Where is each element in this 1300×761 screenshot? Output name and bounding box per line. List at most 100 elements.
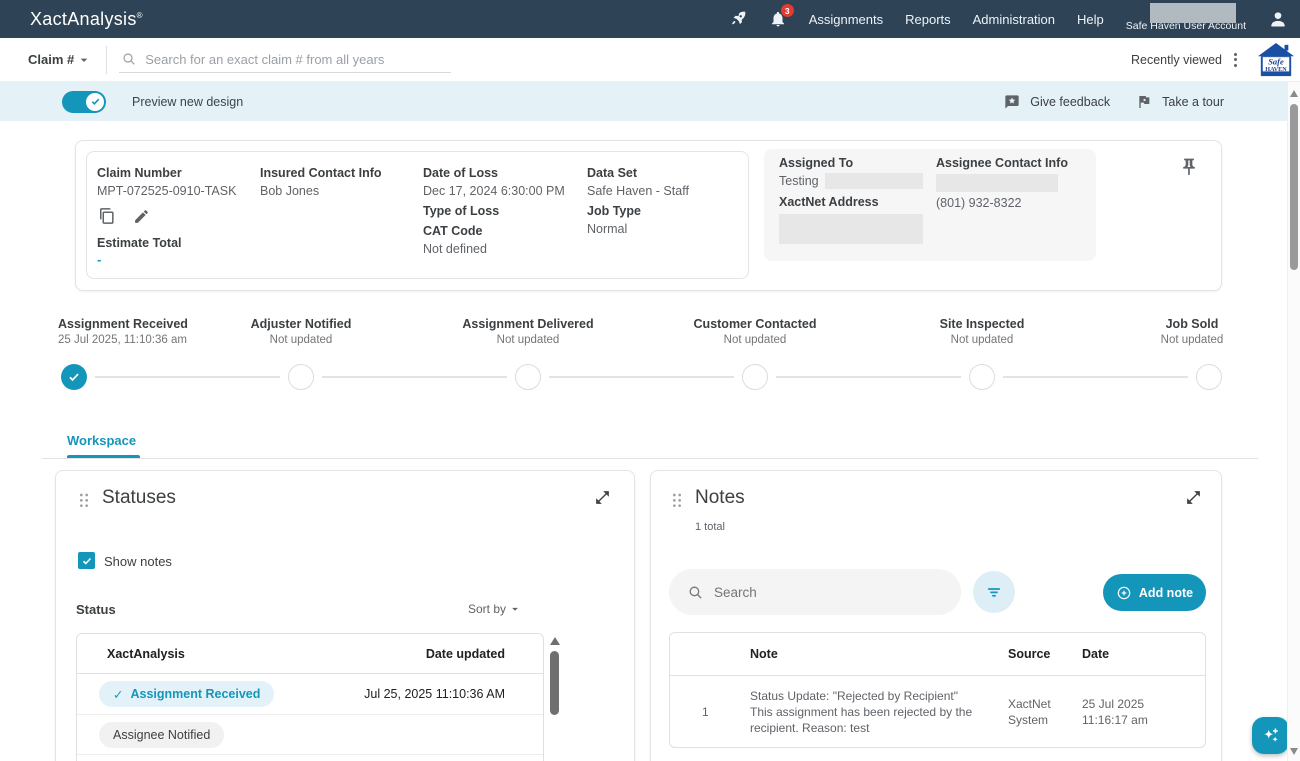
milestone-circle[interactable] xyxy=(288,364,314,390)
status-pill-assignee-notified[interactable]: Assignee Notified xyxy=(99,722,224,748)
col-note: Note xyxy=(750,647,1008,661)
timeline-connector xyxy=(322,376,507,378)
statuses-panel: Statuses Show notes Status Sort by XactA… xyxy=(55,470,635,761)
app-logo-text: XactAnalysis xyxy=(30,9,137,29)
notes-panel: Notes 1 total Add note Note Source Date … xyxy=(650,470,1222,761)
milestone-assignment-delivered: Assignment Delivered Not updated xyxy=(438,317,618,346)
take-a-tour-label: Take a tour xyxy=(1162,95,1224,109)
app-window: XactAnalysis® 3 Assignments Reports Admi… xyxy=(0,0,1300,761)
status-pill-assignment-received[interactable]: ✓ Assignment Received xyxy=(99,681,274,707)
milestone-customer-contacted: Customer Contacted Not updated xyxy=(665,317,845,346)
rocket-icon[interactable] xyxy=(729,10,747,28)
claim-number-value: MPT-072525-0910-TASK xyxy=(97,182,236,200)
table-scrollbar-up[interactable] xyxy=(550,637,560,645)
add-note-button[interactable]: Add note xyxy=(1103,574,1206,611)
date-of-loss-value: Dec 17, 2024 6:30:00 PM xyxy=(423,182,565,200)
scrollbar-down-arrow[interactable] xyxy=(1290,748,1298,755)
dataset-column: Data Set Safe Haven - Staff Job Type Nor… xyxy=(587,164,689,238)
date-of-loss-label: Date of Loss xyxy=(423,164,565,182)
preview-banner: Preview new design Give feedback Take a … xyxy=(0,82,1288,121)
kebab-menu-icon[interactable] xyxy=(1228,49,1243,71)
assignee-box: Assigned To Testing XactNet Address Assi… xyxy=(764,149,1096,261)
timeline-connector xyxy=(776,376,961,378)
col-date-updated: Date updated xyxy=(426,647,505,661)
claim-overview-card: Claim Number MPT-072525-0910-TASK Estima… xyxy=(75,140,1222,291)
notifications-bell-icon[interactable]: 3 xyxy=(769,10,787,28)
cat-code-label: CAT Code xyxy=(423,222,565,240)
table-scrollbar-thumb[interactable] xyxy=(550,651,559,715)
toggle-knob xyxy=(86,93,104,111)
nav-reports[interactable]: Reports xyxy=(905,12,951,27)
note-source: XactNet System xyxy=(1008,696,1068,728)
claim-number-column: Claim Number MPT-072525-0910-TASK Estima… xyxy=(97,164,236,267)
expand-icon[interactable] xyxy=(594,489,611,506)
job-type-label: Job Type xyxy=(587,202,689,220)
status-date: Jul 25, 2025 11:10:36 AM xyxy=(364,687,505,701)
tab-workspace[interactable]: Workspace xyxy=(67,433,136,448)
ai-assistant-fab[interactable] xyxy=(1252,717,1289,754)
data-set-value: Safe Haven - Staff xyxy=(587,182,689,200)
timeline-connector xyxy=(95,376,280,378)
timeline-connector xyxy=(1003,376,1188,378)
safe-haven-logo: Safe HAVEN xyxy=(1257,42,1295,78)
note-date: 25 Jul 2025 11:16:17 am xyxy=(1082,696,1192,728)
status-row: Assignee Notified xyxy=(77,714,543,754)
assigned-to-value: Testing xyxy=(779,172,819,190)
registered-mark: ® xyxy=(137,11,143,20)
estimate-total-value[interactable]: - xyxy=(97,252,236,267)
nav-administration[interactable]: Administration xyxy=(973,12,1055,27)
drag-handle-icon[interactable] xyxy=(669,491,685,511)
notes-filter-button[interactable] xyxy=(973,571,1015,613)
filter-icon xyxy=(985,583,1003,601)
copy-icon[interactable] xyxy=(97,206,117,226)
person-icon[interactable] xyxy=(1268,9,1288,29)
search-icon xyxy=(687,584,704,601)
edit-pencil-icon[interactable] xyxy=(133,208,150,225)
show-notes-checkbox[interactable] xyxy=(78,552,95,569)
preview-toggle-label: Preview new design xyxy=(132,95,243,109)
scrollbar-thumb[interactable] xyxy=(1290,104,1298,270)
give-feedback-button[interactable]: Give feedback xyxy=(1004,94,1110,110)
milestone-site-inspected: Site Inspected Not updated xyxy=(892,317,1072,346)
statuses-table: XactAnalysis Date updated ✓ Assignment R… xyxy=(76,633,544,761)
claim-type-selector[interactable]: Claim # xyxy=(28,52,92,68)
claim-search-bar: Claim # Recently viewed Safe HAVEN xyxy=(0,38,1300,82)
claim-search-field xyxy=(119,46,451,73)
milestone-circle-complete[interactable] xyxy=(61,364,87,390)
brand-line2: HAVEN xyxy=(1265,66,1287,72)
claim-selector-label: Claim # xyxy=(28,52,74,67)
search-icon xyxy=(121,51,137,67)
check-icon xyxy=(67,370,81,384)
col-xactanalysis: XactAnalysis xyxy=(107,647,185,661)
insured-contact-value: Bob Jones xyxy=(260,182,382,200)
sort-by-dropdown[interactable]: Sort by xyxy=(468,602,522,616)
note-row[interactable]: 1 Status Update: "Rejected by Recipient"… xyxy=(670,676,1205,747)
pin-icon[interactable] xyxy=(1179,157,1199,182)
notes-search-input[interactable] xyxy=(714,585,924,600)
expand-icon[interactable] xyxy=(1185,489,1202,506)
status-row: ✓ Assignment Received Jul 25, 2025 11:10… xyxy=(77,674,543,714)
notes-table-header: Note Source Date xyxy=(670,633,1205,676)
preview-toggle[interactable] xyxy=(62,91,106,113)
insured-column: Insured Contact Info Bob Jones xyxy=(260,164,382,200)
type-of-loss-label: Type of Loss xyxy=(423,202,565,220)
chevron-down-icon xyxy=(76,52,92,68)
job-type-value: Normal xyxy=(587,220,689,238)
xactnet-address-label: XactNet Address xyxy=(779,193,923,211)
add-note-label: Add note xyxy=(1139,586,1193,600)
insured-contact-label: Insured Contact Info xyxy=(260,164,382,182)
milestone-circle[interactable] xyxy=(515,364,541,390)
milestone-circle[interactable] xyxy=(1196,364,1222,390)
page-scrollbar[interactable] xyxy=(1287,82,1300,761)
scrollbar-up-arrow[interactable] xyxy=(1290,90,1298,97)
notes-title: Notes xyxy=(695,487,745,509)
drag-handle-icon[interactable] xyxy=(76,491,92,511)
claim-search-input[interactable] xyxy=(145,52,435,67)
milestone-circle[interactable] xyxy=(742,364,768,390)
nav-assignments[interactable]: Assignments xyxy=(809,12,883,27)
take-a-tour-button[interactable]: Take a tour xyxy=(1136,94,1224,110)
nav-help[interactable]: Help xyxy=(1077,12,1104,27)
recently-viewed-link[interactable]: Recently viewed xyxy=(1131,53,1222,67)
user-account-label[interactable]: Safe Haven User Account xyxy=(1126,0,1246,38)
milestone-circle[interactable] xyxy=(969,364,995,390)
